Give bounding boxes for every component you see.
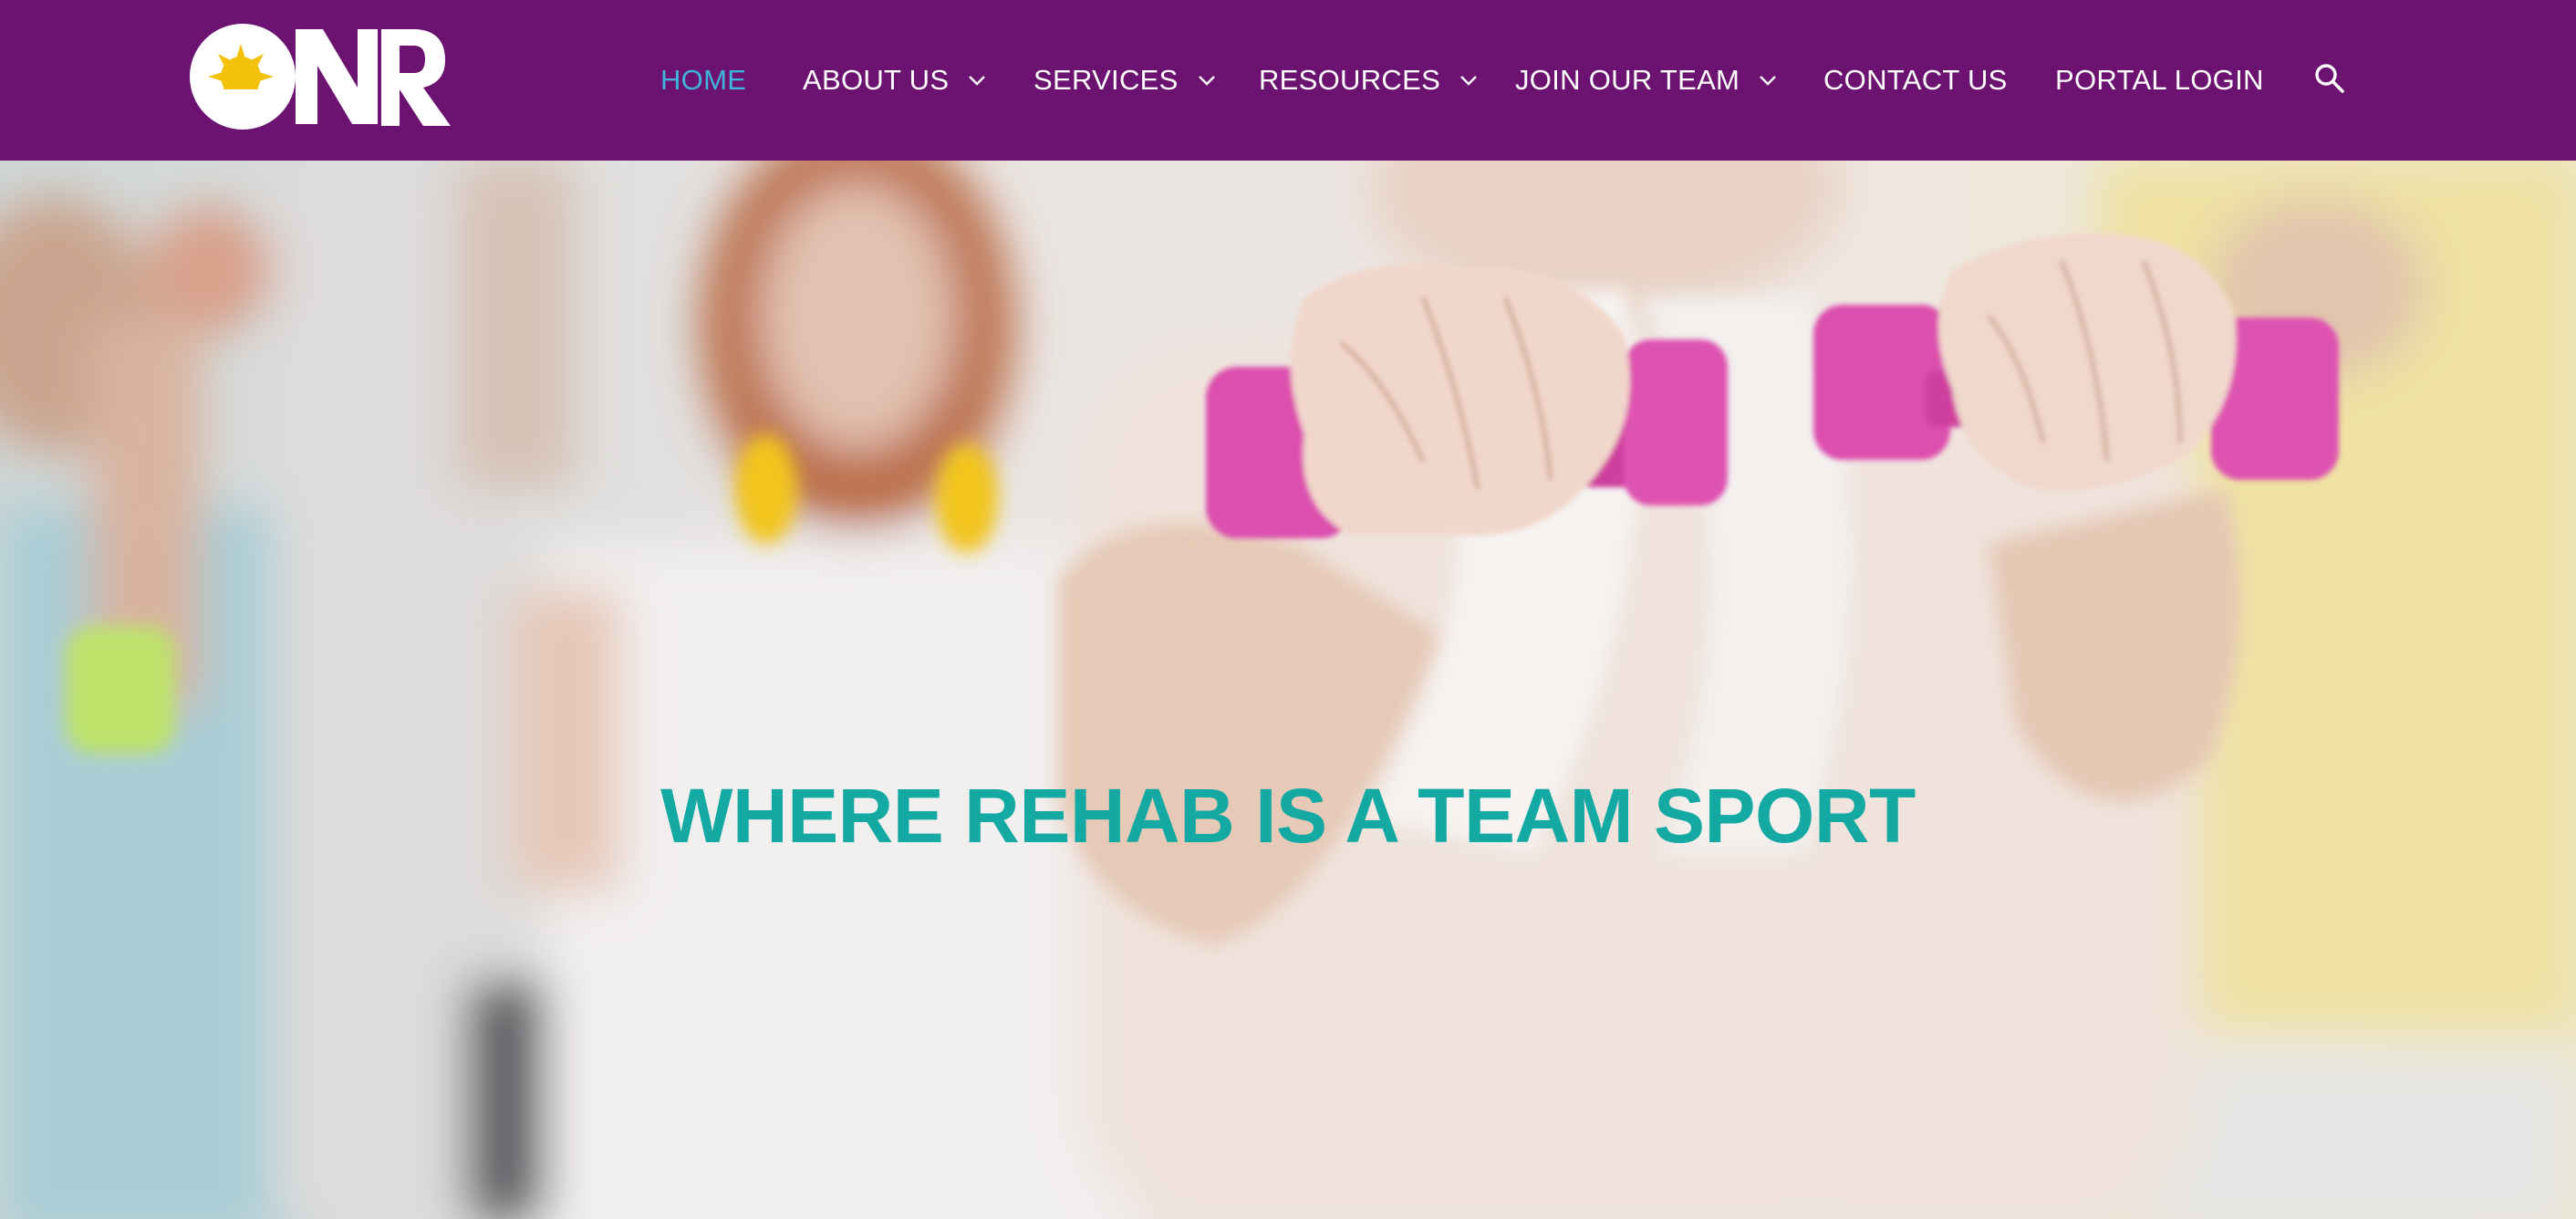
nav-portal-login-label: PORTAL LOGIN xyxy=(2055,64,2264,96)
nav-resources-label: RESOURCES xyxy=(1259,64,1441,96)
chevron-down-icon xyxy=(1460,76,1477,86)
site-header: HOME ABOUT US SERVICES RESOURCES JOIN OU… xyxy=(0,0,2576,161)
nav-services[interactable]: SERVICES xyxy=(1034,58,1217,102)
search-icon[interactable] xyxy=(2313,62,2346,95)
nav-about-us-label: ABOUT US xyxy=(803,64,950,96)
nav-services-label: SERVICES xyxy=(1034,64,1179,96)
hero-background-photo xyxy=(0,161,2576,1219)
nav-resources[interactable]: RESOURCES xyxy=(1259,58,1479,102)
nav-home-label: HOME xyxy=(660,64,747,96)
nav-home[interactable]: HOME xyxy=(660,58,746,102)
hero-banner: WHERE REHAB IS A TEAM SPORT xyxy=(0,161,2576,1219)
nav-contact-us-label: CONTACT US xyxy=(1823,64,2008,96)
nav-join-our-team-label: JOIN OUR TEAM xyxy=(1515,64,1740,96)
nav-join-our-team[interactable]: JOIN OUR TEAM xyxy=(1515,58,1778,102)
chevron-down-icon xyxy=(969,76,986,86)
main-nav: HOME ABOUT US SERVICES RESOURCES JOIN OU… xyxy=(0,0,2576,161)
chevron-down-icon xyxy=(1198,76,1215,86)
nav-contact-us[interactable]: CONTACT US xyxy=(1823,58,2008,102)
hero-title: WHERE REHAB IS A TEAM SPORT xyxy=(660,773,1916,860)
nav-about-us[interactable]: ABOUT US xyxy=(803,58,987,102)
chevron-down-icon xyxy=(1760,76,1777,86)
nav-portal-login[interactable]: PORTAL LOGIN xyxy=(2055,58,2264,102)
